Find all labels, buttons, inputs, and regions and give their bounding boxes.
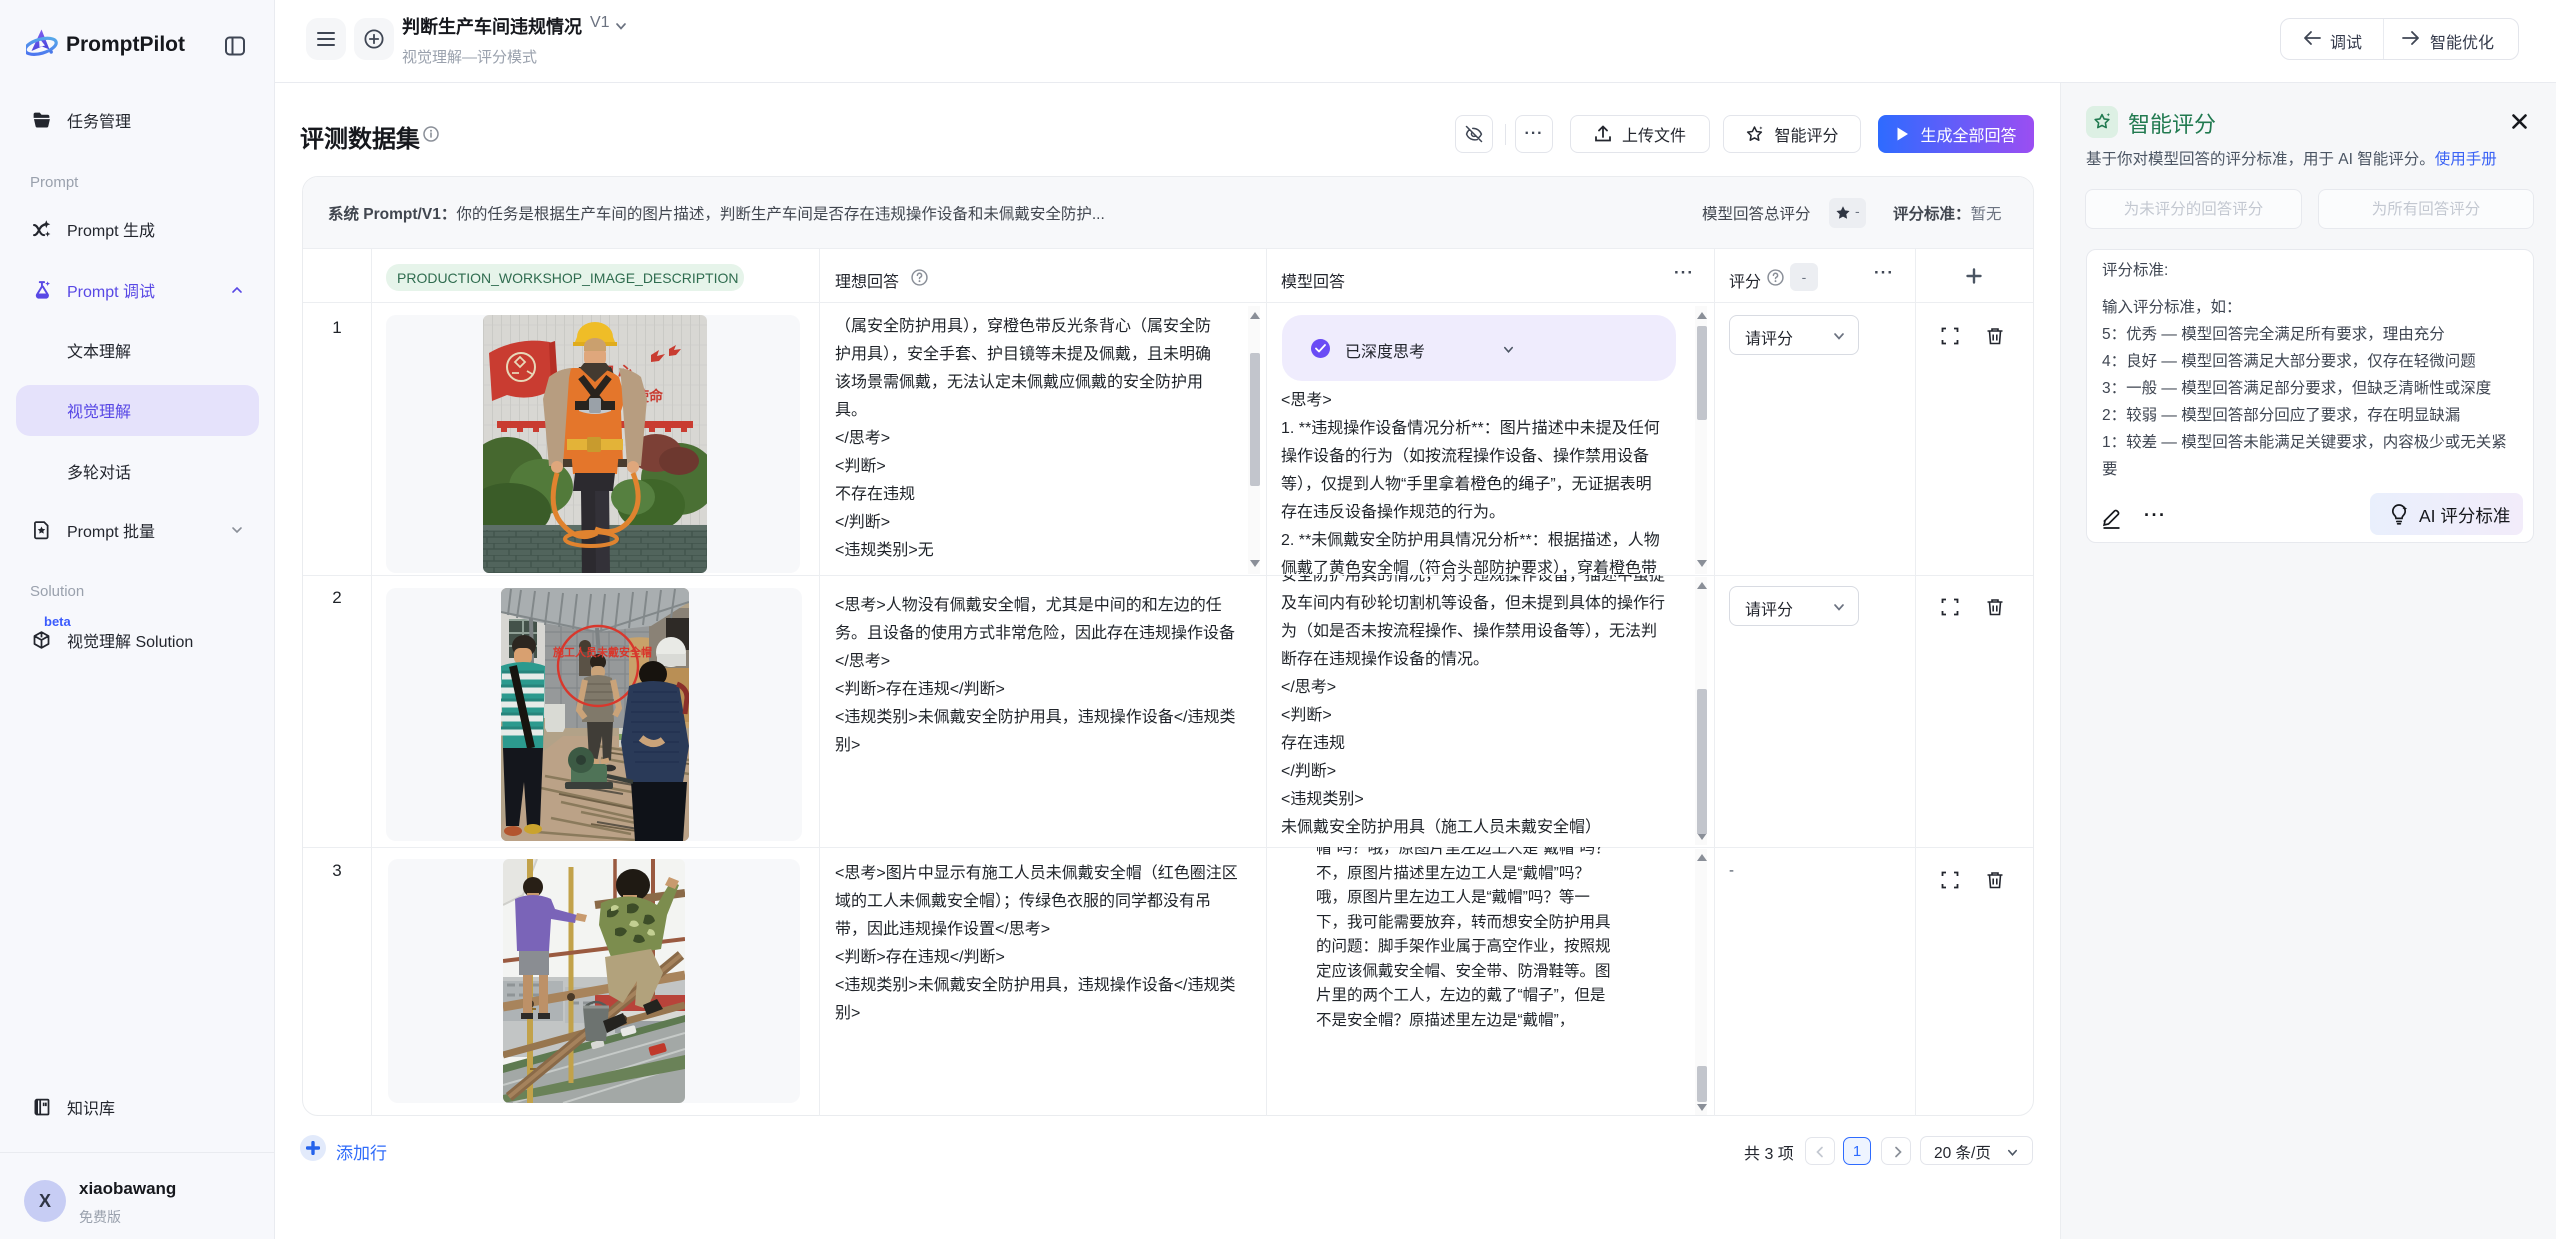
svg-text:施工人员未戴安全帽: 施工人员未戴安全帽	[553, 645, 652, 659]
